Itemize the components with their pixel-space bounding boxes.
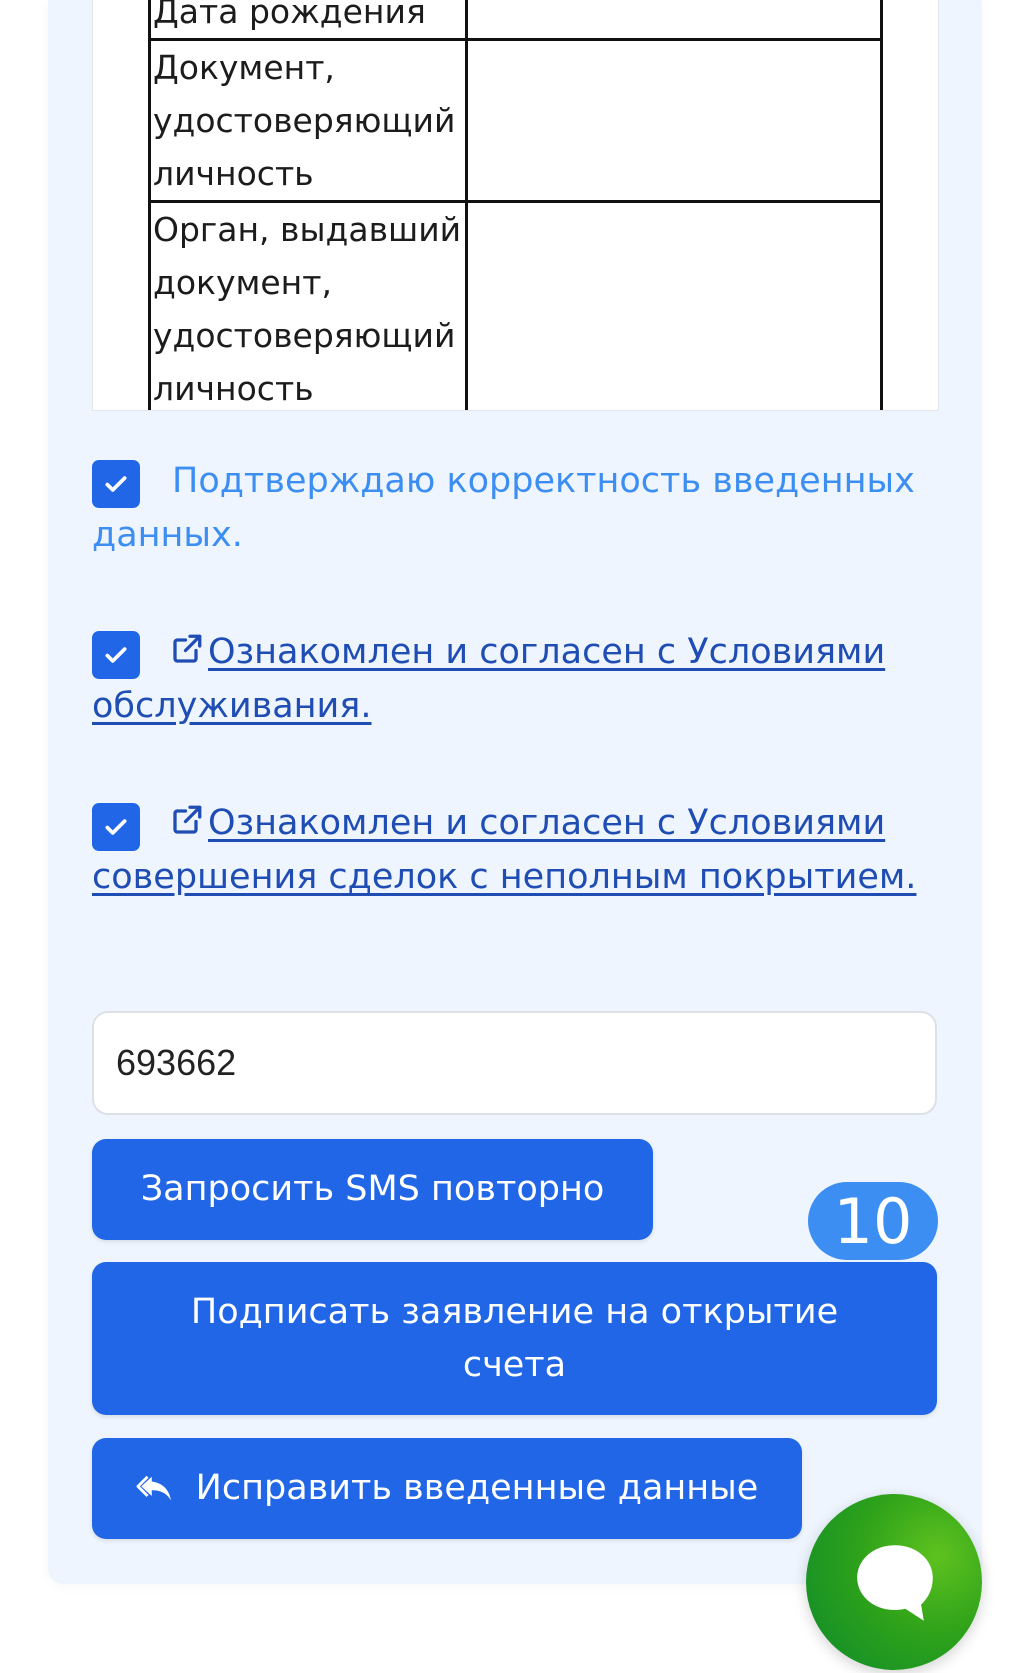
confirm-data-text: Подтверждаю корректность введенных данны… (92, 461, 915, 555)
edit-data-button[interactable]: Исправить введенные данные (92, 1438, 802, 1539)
chat-button[interactable] (806, 1494, 982, 1670)
resend-sms-button[interactable]: Запросить SMS повторно (92, 1139, 653, 1240)
table-row: Орган, выдавший документ, удостоверяющий… (148, 200, 883, 410)
table-row: Документ, удостоверяющий личность (148, 38, 883, 203)
external-link-icon (173, 634, 202, 663)
table-row: Дата рождения (148, 0, 883, 41)
external-link-icon (173, 805, 202, 834)
sign-application-button[interactable]: Подписать заявление на открытие счета (92, 1262, 937, 1415)
reply-icon (136, 1475, 171, 1500)
service-terms-link[interactable]: Ознакомлен и согласен с Условиями обслуж… (92, 632, 885, 726)
table-cell-label: Дата рождения (148, 0, 468, 41)
table-cell-value (465, 0, 883, 41)
table-cell-label: Орган, выдавший документ, удостоверяющий… (148, 200, 468, 410)
document-preview[interactable]: Дата рождения Документ, удостоверяющий л… (92, 0, 939, 411)
service-terms-label: Ознакомлен и согласен с Условиями обслуж… (92, 625, 962, 733)
edit-data-label: Исправить введенные данные (195, 1468, 759, 1508)
table-cell-value (465, 38, 883, 203)
table-cell-value (465, 200, 883, 410)
margin-terms-link[interactable]: Ознакомлен и согласен с Условиями соверш… (92, 803, 916, 897)
document-table: Дата рождения Документ, удостоверяющий л… (148, 0, 883, 410)
sign-application-label: Подписать заявление на открытие счета (190, 1291, 839, 1385)
step-badge-count: 10 (833, 1184, 913, 1258)
table-cell-label: Документ, удостоверяющий личность (148, 38, 468, 203)
confirm-data-label[interactable]: Подтверждаю корректность введенных данны… (92, 454, 942, 562)
resend-sms-label: Запросить SMS повторно (140, 1169, 605, 1209)
chat-bubble-icon (857, 1545, 933, 1621)
step-badge: 10 (808, 1182, 938, 1260)
sms-code-input[interactable] (92, 1011, 937, 1115)
margin-terms-label: Ознакомлен и согласен с Условиями соверш… (92, 796, 962, 904)
